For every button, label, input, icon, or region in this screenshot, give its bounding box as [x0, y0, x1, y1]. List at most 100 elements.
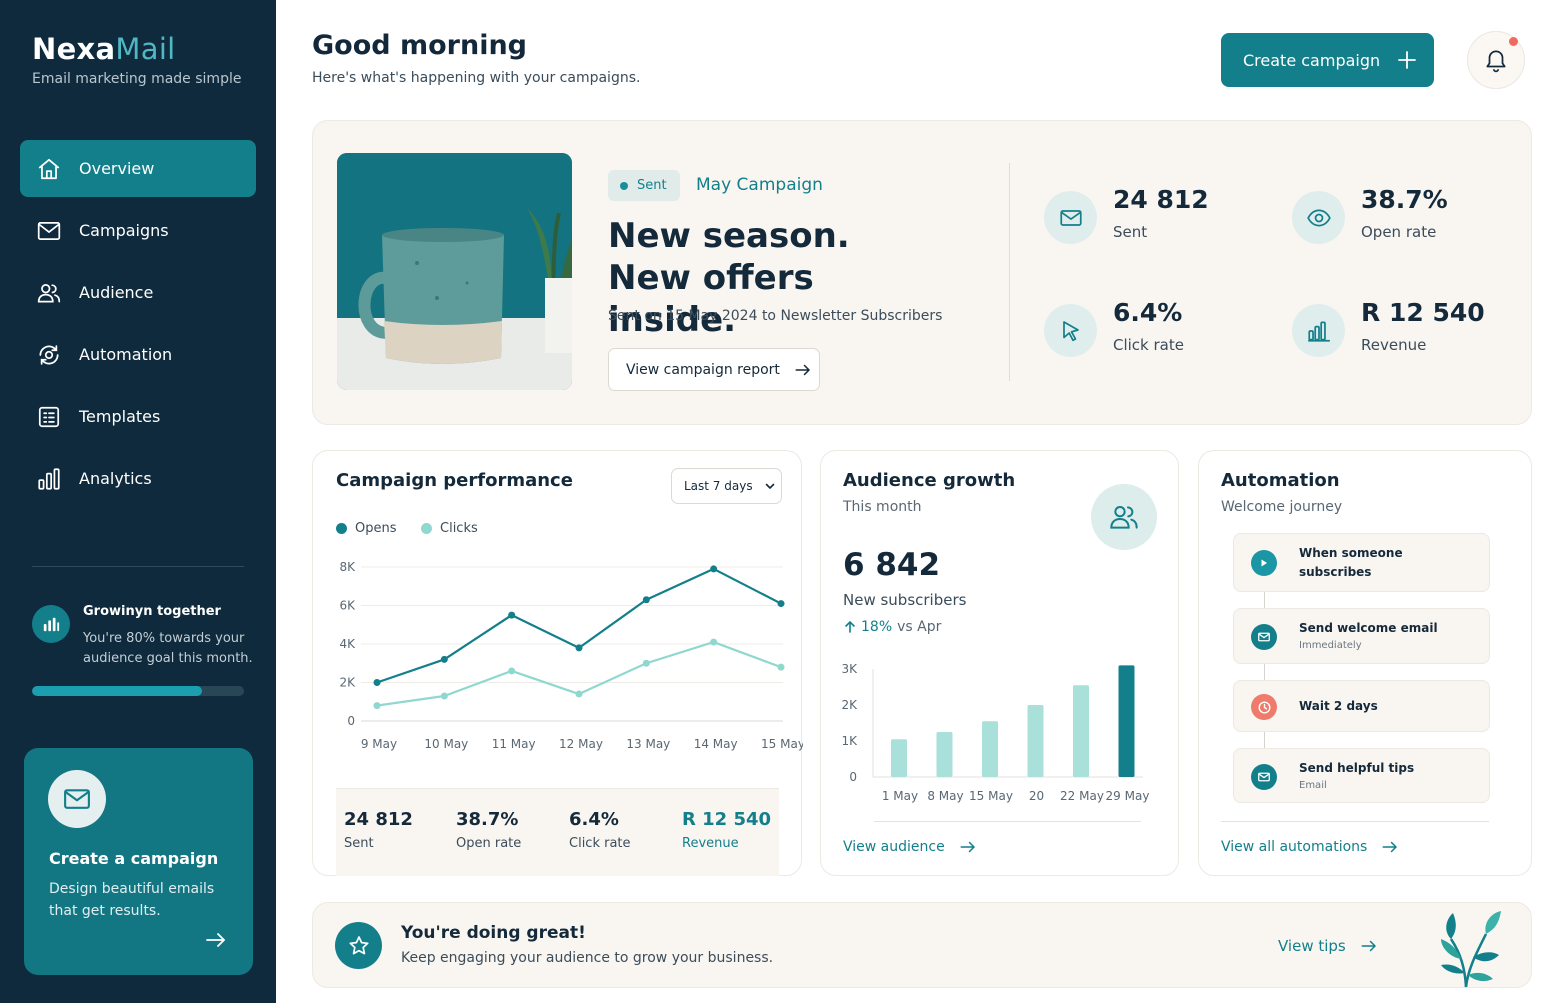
data-point-clicks: [642, 659, 650, 667]
stat-value: 6.4%: [1113, 298, 1183, 327]
automation-card: Automation Welcome journey When someone …: [1198, 450, 1532, 876]
date-range-select[interactable]: Last 7 days: [671, 468, 782, 504]
tip-banner: You're doing great! Keep engaging your a…: [312, 902, 1532, 988]
divider: [874, 821, 1141, 822]
x-tick-label: 9 May: [361, 737, 397, 751]
summary-revenue: R 12 540 Revenue: [682, 809, 771, 851]
sidebar-item-analytics[interactable]: Analytics: [20, 450, 256, 507]
automation-step-wait[interactable]: Wait 2 days: [1233, 680, 1490, 732]
latest-campaign-card: Sent May Campaign New season. New offers…: [312, 120, 1532, 425]
step-subtitle: Email: [1299, 780, 1327, 791]
goal-chart-icon: [32, 605, 70, 643]
sidebar-item-campaigns[interactable]: Campaigns: [20, 202, 256, 259]
y-tick-label: 4K: [339, 637, 356, 651]
data-point-clicks: [440, 692, 448, 700]
tip-text: Keep engaging your audience to grow your…: [401, 950, 774, 966]
automation-step-trigger[interactable]: When someone subscribes: [1233, 533, 1490, 592]
growth-delta: 18% vs Apr: [843, 619, 941, 635]
view-campaign-report-button[interactable]: View campaign report: [608, 348, 820, 391]
view-tips-link[interactable]: View tips: [1278, 937, 1378, 955]
logo[interactable]: NexaMail: [32, 32, 176, 66]
stat-value: 24 812: [1113, 185, 1209, 214]
automation-step-helpful-tips[interactable]: Send helpful tips Email: [1233, 748, 1490, 803]
sidebar: NexaMail Email marketing made simple Ove…: [0, 0, 276, 1003]
sidebar-item-overview[interactable]: Overview: [20, 140, 256, 197]
summary-sent: 24 812 Sent: [344, 809, 413, 851]
templates-icon: [36, 404, 62, 430]
sidebar-item-label: Overview: [79, 159, 155, 178]
step-title: Send welcome email: [1299, 621, 1438, 635]
eye-icon: [1292, 191, 1345, 244]
data-point-opens: [440, 655, 448, 663]
data-point-opens: [642, 596, 650, 604]
view-audience-link[interactable]: View audience: [843, 838, 977, 856]
logo-part-1: Nexa: [32, 32, 116, 66]
mail-icon: [48, 770, 106, 828]
y-tick-label: 8K: [339, 560, 356, 574]
create-card-title: Create a campaign: [49, 849, 219, 868]
summary-open-rate: 38.7% Open rate: [456, 809, 521, 851]
status-label: Sent: [637, 178, 667, 193]
stat-label: Click rate: [1113, 336, 1184, 354]
new-subscribers-value: 6 842: [843, 547, 941, 583]
sidebar-nav: Overview Campaigns Audience Automation T…: [20, 140, 256, 512]
summary-label: Revenue: [682, 836, 739, 851]
summary-value: 24 812: [344, 809, 413, 830]
link-label: View all automations: [1221, 839, 1368, 855]
summary-click-rate: 6.4% Click rate: [569, 809, 631, 851]
card-title: Audience growth: [843, 470, 1016, 491]
status-badge: Sent: [608, 170, 680, 201]
data-point-opens: [508, 611, 516, 619]
delta-value: 18%: [861, 619, 893, 635]
campaign-performance-card: Campaign performance Last 7 days Opens C…: [312, 450, 803, 876]
automation-step-welcome-email[interactable]: Send welcome email Immediately: [1233, 608, 1490, 664]
legend-label: Clicks: [440, 521, 478, 536]
goal-progress-fill: [32, 686, 202, 696]
summary-value: R 12 540: [682, 809, 772, 830]
legend-clicks[interactable]: Clicks: [421, 521, 478, 536]
data-point-clicks: [777, 663, 785, 671]
create-card-text: Design beautiful emails that get results…: [49, 881, 215, 919]
mail-icon: [1044, 191, 1097, 244]
y-tick-label: 2K: [339, 676, 356, 690]
legend-opens[interactable]: Opens: [336, 521, 397, 536]
arrow-right-icon[interactable]: [204, 928, 228, 956]
link-label: View tips: [1278, 937, 1346, 955]
arrow-right-icon: [795, 364, 810, 375]
sidebar-item-automation[interactable]: Automation: [20, 326, 256, 383]
data-point-clicks: [575, 690, 583, 698]
campaign-image: [337, 153, 572, 390]
audience-growth-card: Audience growth This month 6 842 New sub…: [820, 450, 1179, 876]
notifications-button[interactable]: [1467, 31, 1525, 89]
star-icon: [335, 922, 382, 969]
divider: [1009, 163, 1010, 381]
connector: [1264, 664, 1265, 681]
bar: [1073, 685, 1089, 777]
mail-icon: [1251, 624, 1277, 650]
data-point-opens: [373, 679, 381, 686]
create-campaign-card[interactable]: Create a campaign Design beautiful email…: [24, 748, 253, 975]
y-tick-label: 0: [347, 714, 355, 728]
data-point-clicks: [710, 638, 718, 646]
sidebar-item-label: Automation: [79, 345, 173, 364]
sidebar-divider: [32, 566, 244, 567]
create-campaign-button[interactable]: Create campaign: [1221, 33, 1434, 87]
report-button-label: View campaign report: [626, 361, 780, 378]
divider: [1221, 821, 1489, 822]
tagline: Email marketing made simple: [32, 71, 242, 87]
step-subtitle: Immediately: [1299, 640, 1362, 651]
x-tick-label: 15 May: [969, 789, 1013, 803]
bar-chart-icon: [1292, 304, 1345, 357]
campaign-name[interactable]: May Campaign: [696, 175, 823, 195]
x-tick-label: 15 May: [761, 737, 803, 751]
x-tick-label: 12 May: [559, 737, 603, 751]
goal-title: Growinyn together: [83, 604, 221, 619]
step-title: Send helpful tips: [1299, 761, 1415, 775]
goal-progress-bar: [32, 686, 244, 696]
date-range-value: Last 7 days: [684, 479, 753, 493]
sidebar-item-audience[interactable]: Audience: [20, 264, 256, 321]
connector: [1264, 591, 1265, 608]
sidebar-item-templates[interactable]: Templates: [20, 388, 256, 445]
view-all-automations-link[interactable]: View all automations: [1221, 838, 1399, 856]
users-icon: [36, 280, 62, 306]
